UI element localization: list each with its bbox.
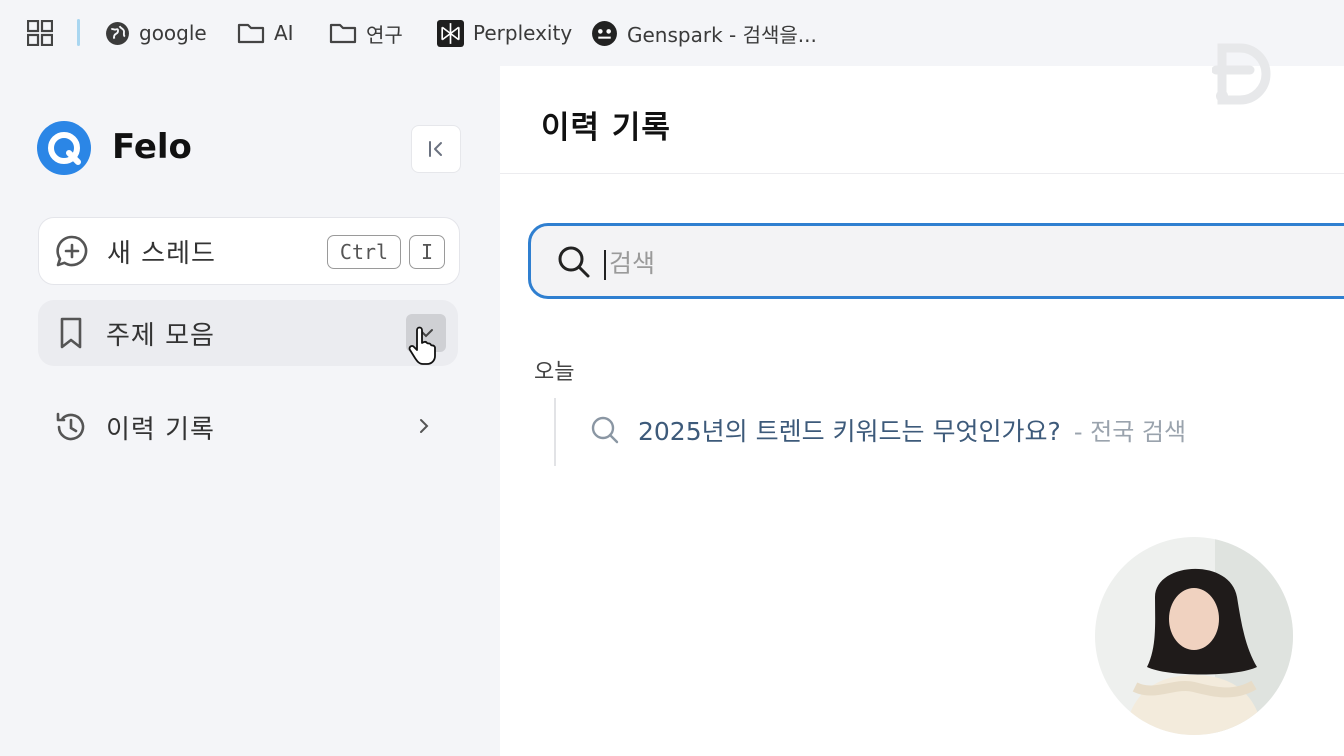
bookmark-label: 연구 — [366, 22, 403, 47]
bookmarks-divider — [77, 19, 80, 46]
search-icon — [558, 246, 590, 278]
collapse-sidebar-button[interactable] — [411, 125, 461, 173]
new-thread-button[interactable]: 새 스레드 Ctrl I — [38, 217, 460, 285]
search-icon — [591, 416, 619, 444]
section-label-today: 오늘 — [534, 360, 575, 385]
bookmark-icon — [60, 317, 82, 349]
bookmark-label: google — [139, 21, 207, 45]
bookmark-label: Perplexity — [473, 21, 573, 45]
bookmark-label: AI — [274, 21, 294, 45]
header-divider — [500, 173, 1344, 174]
chevron-right-icon — [420, 419, 429, 433]
collapse-left-icon — [429, 141, 442, 157]
shortcut-key-ctrl: Ctrl — [327, 235, 401, 269]
history-query: 2025년의 트렌드 키워드는 무엇인가요? — [638, 417, 1061, 446]
sidebar: Felo 새 스레드 Ctrl I 주제 모음 이력 기록 — [0, 66, 500, 756]
history-item[interactable]: 이력 기록 — [38, 394, 458, 460]
history-label: 이력 기록 — [106, 414, 215, 445]
globe-icon — [106, 21, 129, 45]
bookmark-genspark[interactable]: Genspark - 검색을... — [591, 16, 817, 50]
topics-label: 주제 모음 — [106, 320, 215, 351]
bookmark-perplexity[interactable]: Perplexity — [437, 16, 572, 50]
bookmark-google[interactable]: google — [105, 16, 207, 50]
brand-name: Felo — [112, 127, 192, 167]
felo-logo-icon — [37, 121, 91, 175]
folder-icon — [329, 23, 357, 44]
shortcut-key-i: I — [409, 235, 445, 269]
bookmark-label: Genspark - 검색을... — [627, 22, 817, 47]
timeline-line — [554, 398, 556, 466]
new-thread-label: 새 스레드 — [107, 238, 216, 269]
bookmark-ai[interactable]: AI — [237, 16, 294, 50]
genspark-icon — [592, 20, 617, 46]
topics-collection-item[interactable]: 주제 모음 — [38, 300, 458, 366]
apps-grid-icon[interactable] — [27, 20, 53, 46]
bookmarks-bar: google AI 연구 Perplexity Genspark - 검색을..… — [0, 0, 1344, 66]
text-caret — [604, 250, 606, 280]
folder-icon — [237, 23, 265, 44]
new-chat-icon — [56, 235, 88, 267]
history-entry[interactable]: 2025년의 트렌드 키워드는 무엇인가요? - 전국 검색 — [590, 412, 1186, 448]
history-source: - 전국 검색 — [1073, 418, 1187, 446]
search-bar[interactable] — [528, 223, 1344, 299]
history-clock-icon — [56, 412, 85, 441]
bookmark-research[interactable]: 연구 — [329, 16, 403, 50]
page-title: 이력 기록 — [541, 110, 671, 146]
channel-watermark-icon — [1212, 43, 1271, 105]
perplexity-icon — [437, 19, 464, 47]
presenter-webcam-avatar — [1095, 537, 1293, 735]
hand-cursor-icon — [408, 326, 436, 365]
search-input[interactable] — [607, 240, 1311, 286]
